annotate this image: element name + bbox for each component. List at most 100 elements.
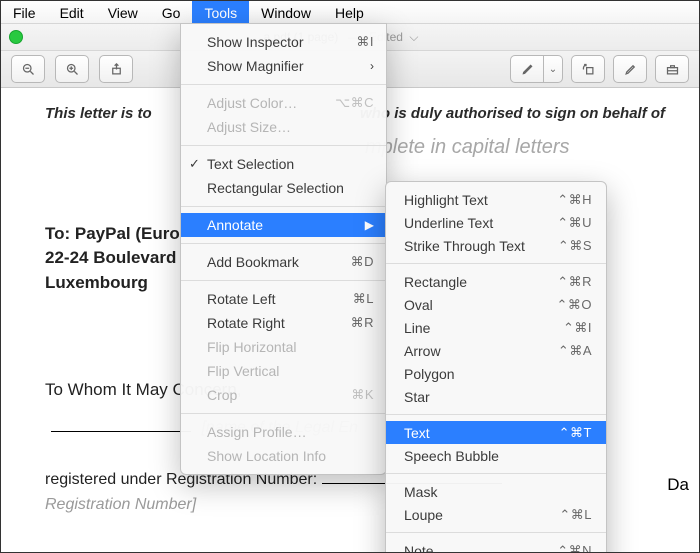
menu-item-label: Arrow [404, 343, 441, 359]
menubar[interactable]: File Edit View Go Tools Window Help [1, 1, 699, 24]
menu-item-label: Highlight Text [404, 192, 488, 208]
doc-date-label: Da [667, 475, 689, 495]
menu-item-show-magnifier[interactable]: Show Magnifier › [181, 54, 386, 78]
menu-shortcut: ⌃⌘R [557, 274, 592, 290]
menu-item-label: Flip Vertical [207, 363, 279, 379]
menu-item-add-bookmark[interactable]: Add Bookmark⌘D [181, 250, 386, 274]
lasso-button[interactable] [613, 55, 647, 83]
pen-icon [520, 62, 535, 77]
menu-item-rotate-left[interactable]: Rotate Left⌘L [181, 287, 386, 311]
menu-item-note[interactable]: Note ⌃⌘N [386, 539, 606, 553]
menu-item-line[interactable]: Line ⌃⌘I [386, 316, 606, 339]
menu-separator [181, 145, 386, 146]
menu-separator [386, 473, 606, 474]
menu-tools[interactable]: Tools [192, 1, 249, 23]
menu-item-label: Text Selection [207, 156, 294, 172]
menu-shortcut: ⌃⌘U [557, 215, 592, 231]
menu-window[interactable]: Window [249, 1, 323, 23]
menu-item-label: Speech Bubble [404, 448, 499, 464]
menu-item-label: Assign Profile… [207, 424, 307, 440]
menu-separator [181, 243, 386, 244]
zoom-out-button[interactable] [11, 55, 45, 83]
menu-item-label: Crop [207, 387, 237, 403]
zoom-in-button[interactable] [55, 55, 89, 83]
menu-item-mask[interactable]: Mask [386, 480, 606, 503]
markup-dropdown[interactable]: ⌄ [544, 55, 563, 83]
toolbox-icon [665, 62, 680, 77]
disclosure-icon: › [370, 59, 374, 73]
menu-shortcut: ⌘R [351, 315, 374, 331]
menu-item-label: Adjust Color… [207, 95, 297, 111]
menu-help[interactable]: Help [323, 1, 376, 23]
menu-shortcut: ⌃⌘I [563, 320, 592, 336]
menu-item-underline-text[interactable]: Underline Text⌃⌘U [386, 211, 606, 234]
menu-item-strike-through-text[interactable]: Strike Through Text⌃⌘S [386, 234, 606, 257]
menu-shortcut: ⌃⌘N [557, 543, 592, 553]
menu-item-label: Line [404, 320, 430, 336]
menu-item-label: Star [404, 389, 430, 405]
tools-menu[interactable]: Show Inspector ⌘I Show Magnifier › Adjust Co… [180, 23, 387, 475]
rotate-icon [581, 62, 596, 77]
submenu-arrow-icon: ▶ [365, 218, 374, 232]
menu-item-label: Oval [404, 297, 433, 313]
menu-item-label: Text [404, 425, 430, 441]
menu-item-label: Show Magnifier [207, 58, 304, 74]
menu-item-label: Strike Through Text [404, 238, 525, 254]
menu-item-oval[interactable]: Oval ⌃⌘O [386, 293, 606, 316]
menu-item-annotate[interactable]: Annotate ▶ [181, 213, 386, 237]
menu-shortcut: ⌘L [353, 291, 374, 307]
menu-item-label: Rectangular Selection [207, 180, 344, 196]
menu-item-label: Note [404, 543, 434, 553]
menu-go[interactable]: Go [150, 1, 193, 23]
menu-item-rotate-right[interactable]: Rotate Right ⌘R [181, 311, 386, 335]
menu-item-loupe[interactable]: Loupe ⌃⌘L [386, 503, 606, 526]
menu-separator [181, 206, 386, 207]
menu-item-crop: Crop ⌘K [181, 383, 386, 407]
menu-file[interactable]: File [1, 1, 48, 23]
menu-view[interactable]: View [96, 1, 150, 23]
menu-item-star[interactable]: Star [386, 385, 606, 408]
menu-item-arrow[interactable]: Arrow ⌃⌘A [386, 339, 606, 362]
share-icon [109, 62, 124, 77]
menu-shortcut: ⌃⌘T [559, 425, 592, 441]
chevron-down-icon[interactable]: ⌵ [409, 30, 418, 44]
menu-item-label: Loupe [404, 507, 443, 523]
menu-item-text[interactable]: Text ⌃⌘T [386, 421, 606, 444]
toolbox-button[interactable] [655, 55, 689, 83]
menu-item-show-inspector[interactable]: Show Inspector ⌘I [181, 30, 386, 54]
menu-item-label: Annotate [207, 217, 263, 233]
menu-item-text-selection[interactable]: ✓Text Selection [181, 152, 386, 176]
menu-item-label: Show Location Info [207, 448, 326, 464]
menu-shortcut: ⌃⌘L [559, 507, 592, 523]
menu-shortcut: ⌃⌘O [556, 297, 592, 313]
menu-item-label: Mask [404, 484, 437, 500]
markup-button[interactable] [510, 55, 544, 83]
menu-shortcut: ⌥⌘C [335, 95, 374, 111]
menu-item-label: Adjust Size… [207, 119, 291, 135]
magnifier-plus-icon [65, 62, 80, 77]
annotate-submenu[interactable]: Highlight Text⌃⌘HUnderline Text⌃⌘UStrike… [385, 181, 607, 553]
menu-item-speech-bubble[interactable]: Speech Bubble [386, 444, 606, 467]
menu-item-polygon[interactable]: Polygon [386, 362, 606, 385]
menu-separator [386, 414, 606, 415]
menu-shortcut: ⌃⌘A [558, 343, 592, 359]
traffic-light-green[interactable] [9, 30, 23, 44]
menu-item-adjust-color: Adjust Color… ⌥⌘C [181, 91, 386, 115]
rotate-button[interactable] [571, 55, 605, 83]
menu-shortcut: ⌘I [356, 34, 374, 50]
menu-item-flip-vertical: Flip Vertical [181, 359, 386, 383]
menu-item-assign-profile: Assign Profile… [181, 420, 386, 444]
menu-item-rectangle[interactable]: Rectangle⌃⌘R [386, 270, 606, 293]
menu-item-rectangular-selection[interactable]: Rectangular Selection [181, 176, 386, 200]
menu-item-label: Show Inspector [207, 34, 304, 50]
menu-item-adjust-size: Adjust Size… [181, 115, 386, 139]
menu-separator [181, 280, 386, 281]
pencil-icon [623, 62, 638, 77]
menu-item-label: Rotate Right [207, 315, 285, 331]
menu-edit[interactable]: Edit [48, 1, 96, 23]
share-button[interactable] [99, 55, 133, 83]
menu-separator [386, 263, 606, 264]
menu-item-highlight-text[interactable]: Highlight Text⌃⌘H [386, 188, 606, 211]
menu-shortcut: ⌘K [351, 387, 374, 403]
menu-item-label: Add Bookmark [207, 254, 299, 270]
